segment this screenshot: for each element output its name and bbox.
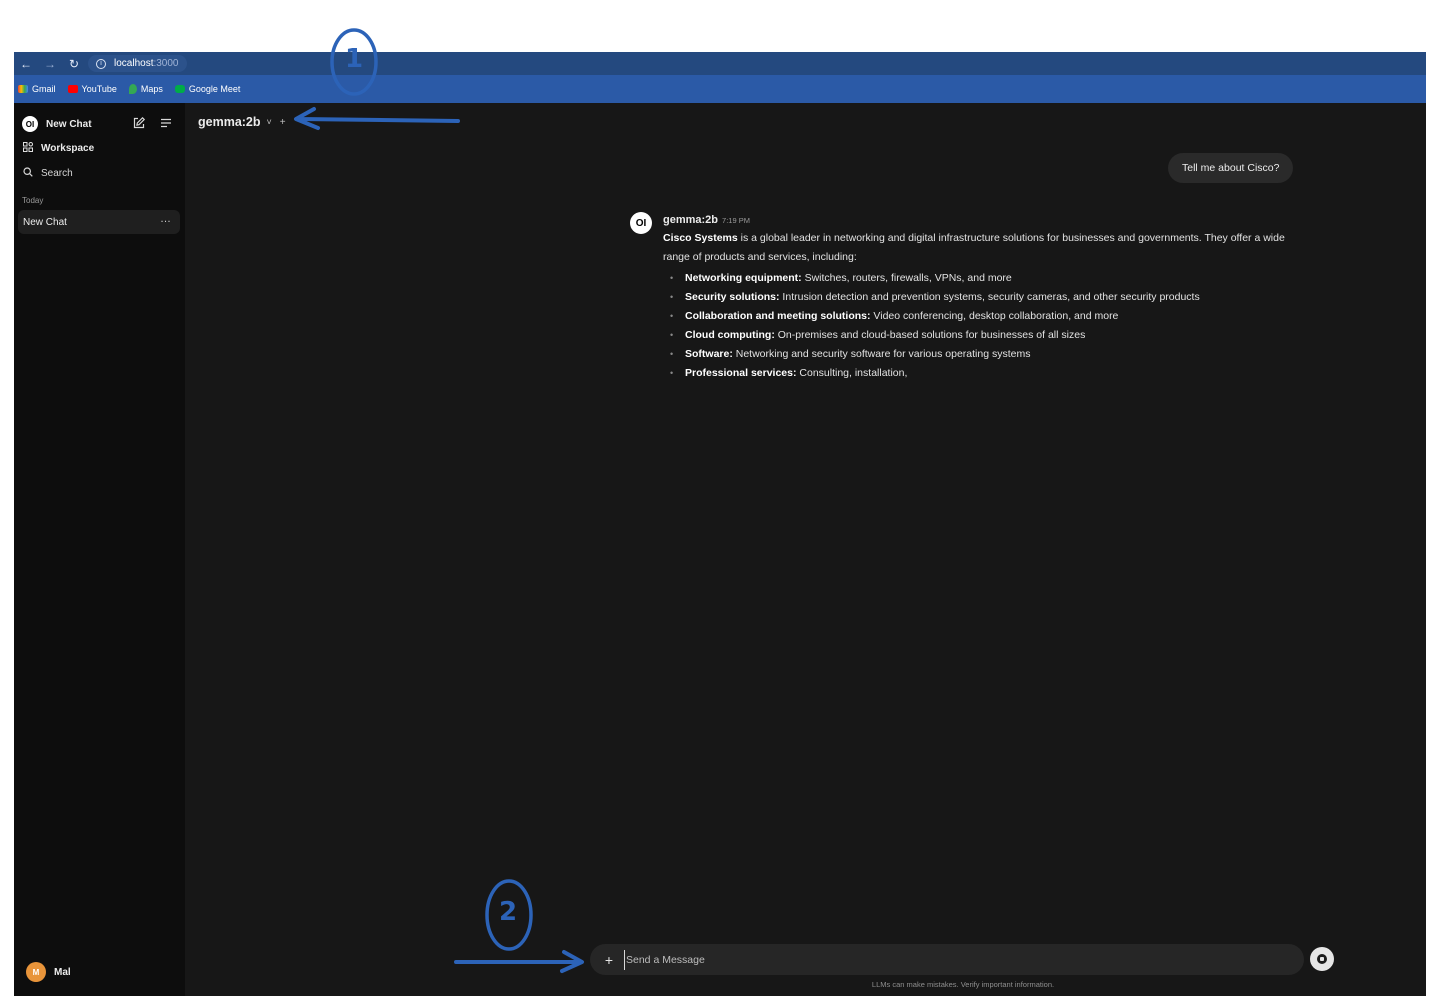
list-item-bold: Security solutions: [685,291,780,303]
more-options-icon[interactable]: … [160,213,171,225]
bookmark-google-meet[interactable]: Google Meet [174,84,241,94]
address-bar[interactable]: i localhost:3000 [88,55,187,72]
list-item-bold: Professional services: [685,367,797,379]
search-icon [22,167,34,180]
back-arrow-icon[interactable]: ← [14,57,38,71]
section-label-today: Today [22,196,44,205]
list-item-text: Intrusion detection and prevention syste… [779,291,1200,303]
list-item: Security solutions: Intrusion detection … [670,288,1200,307]
chat-title: New Chat [23,216,67,228]
forward-arrow-icon[interactable]: → [38,57,62,71]
list-item-text: Switches, routers, firewalls, VPNs, and … [801,272,1012,284]
sidebar-item-workspace[interactable]: Workspace [22,142,94,155]
list-item: Software: Networking and security softwa… [670,345,1200,364]
stop-generation-button[interactable] [1310,947,1334,971]
chat-list-item[interactable]: New Chat … [18,210,180,234]
annotation-label-1: 1 [345,44,364,74]
chevron-down-icon[interactable]: ˅ [267,117,272,127]
intro-bold: Cisco Systems [663,232,738,244]
bookmark-label: YouTube [81,84,117,94]
message-composer: + [590,944,1304,975]
message-timestamp: 7:19 PM [722,216,750,225]
list-item-text: On-premises and cloud-based solutions fo… [774,329,1086,341]
list-item-text: Video conferencing, desktop collaboratio… [870,310,1119,322]
bookmark-label: Maps [140,84,163,94]
list-item-bold: Collaboration and meeting solutions: [685,310,871,322]
bookmark-label: Gmail [32,84,56,94]
list-item: Professional services: Consulting, insta… [670,364,1200,383]
list-item-bold: Networking equipment: [685,272,802,284]
user-name: Mal [54,966,71,978]
workspace-label: Workspace [41,143,95,154]
bookmark-maps[interactable]: Maps [128,84,163,94]
list-item: Cloud computing: On-premises and cloud-b… [670,326,1200,345]
list-item-bold: Software: [685,348,733,360]
url-host: localhost [114,58,154,69]
sidebar-item-search[interactable]: Search [22,167,73,180]
annotation-label-2: 2 [499,897,518,927]
add-model-icon[interactable]: + [280,117,286,128]
assistant-avatar: OI [630,212,652,234]
sidebar: OI New Chat Workspace Search Today New C… [14,103,185,996]
url-port: :3000 [153,58,179,69]
message-input[interactable] [624,949,1304,970]
assistant-message-intro: Cisco Systems is a global leader in netw… [663,229,1303,267]
list-item-text: Networking and security software for var… [732,348,1031,360]
google-meet-icon [174,85,185,93]
avatar: M [26,962,46,982]
bookmarks-bar: Gmail YouTube Maps Google Meet [14,75,1426,103]
edit-icon[interactable] [132,116,146,130]
search-label: Search [41,168,73,179]
sidebar-menu-icon[interactable] [159,116,173,130]
assistant-message-list: Networking equipment: Switches, routers,… [670,269,1200,383]
list-item: Collaboration and meeting solutions: Vid… [670,307,1200,326]
bookmark-gmail[interactable]: Gmail [18,84,56,94]
model-name: gemma:2b [198,115,261,129]
attach-plus-icon[interactable]: + [602,952,616,968]
list-item-bold: Cloud computing: [685,329,775,341]
workspace-grid-icon [22,142,34,155]
site-info-icon[interactable]: i [96,58,106,69]
new-chat-label: New Chat [46,118,92,130]
open-webui-logo-icon: OI [22,116,38,132]
bookmark-label: Google Meet [188,84,241,94]
browser-toolbar: ← → ↻ i localhost:3000 [14,52,1426,75]
browser-window: ← → ↻ i localhost:3000 Gmail YouTube Map… [14,52,1426,996]
list-item: Networking equipment: Switches, routers,… [670,269,1200,288]
intro-text: is a global leader in networking and dig… [663,232,1285,263]
list-item-text: Consulting, installation, [796,367,908,379]
disclaimer-text: LLMs can make mistakes. Verify important… [871,980,1055,989]
bookmark-youtube[interactable]: YouTube [67,84,117,94]
user-message-bubble: Tell me about Cisco? [1168,153,1294,183]
maps-icon [128,84,137,94]
new-chat-button[interactable]: OI New Chat [22,116,92,132]
model-selector[interactable]: gemma:2b ˅ + [198,115,286,129]
gmail-icon [18,85,28,93]
user-menu[interactable]: M Mal [26,962,71,982]
youtube-icon [67,85,78,93]
stop-icon [1317,954,1327,964]
reload-icon[interactable]: ↻ [62,57,86,71]
assistant-header: gemma:2b 7:19 PM [663,214,750,226]
assistant-name: gemma:2b [663,214,719,226]
